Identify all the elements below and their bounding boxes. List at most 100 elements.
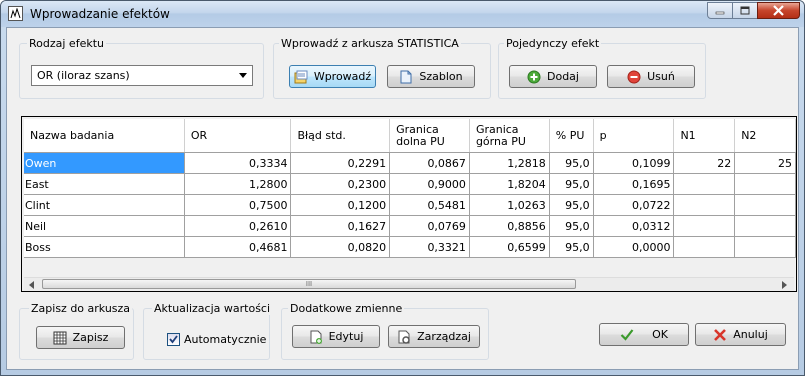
remove-effect-button[interactable]: Usuń — [607, 65, 695, 88]
table-cell[interactable] — [734, 173, 796, 195]
group-single-effect-label: Pojedynczy efekt — [504, 37, 602, 50]
table-row[interactable]: Neil 0,2610 0,1627 0,0769 0,8856 95,0 0,0312 — [24, 215, 796, 237]
table-cell[interactable]: 0,3321 — [389, 236, 470, 258]
table-cell[interactable]: Clint — [24, 194, 185, 216]
save-to-sheet-label: Zapisz — [72, 331, 109, 344]
enter-from-sheet-button[interactable]: Wprowadź — [289, 65, 376, 88]
column-header[interactable]: Błąd std. — [290, 119, 391, 153]
table-cell[interactable]: 0,3334 — [184, 152, 292, 174]
table-cell[interactable]: 0,4681 — [184, 236, 292, 258]
auto-update-checkbox[interactable] — [167, 333, 180, 346]
enter-from-sheet-label: Wprowadź — [313, 70, 372, 83]
table-cell[interactable]: 25 — [734, 152, 796, 174]
table-cell[interactable]: 95,0 — [549, 215, 594, 237]
table-cell[interactable]: 0,8856 — [469, 215, 550, 237]
table-cell[interactable]: 0,1695 — [593, 173, 675, 195]
table-row[interactable]: Owen 0,3334 0,2291 0,0867 1,2818 95,0 0,1099 22… — [24, 152, 796, 174]
table-cell[interactable]: 0,5481 — [389, 194, 470, 216]
table-cell[interactable]: 22 — [673, 152, 736, 174]
column-header[interactable]: Granica dolna PU — [389, 119, 470, 153]
table-cell[interactable]: 0,1627 — [290, 215, 391, 237]
table-cell[interactable]: 95,0 — [549, 236, 594, 258]
table-cell[interactable] — [734, 236, 796, 258]
table-cell[interactable]: 0,2291 — [290, 152, 391, 174]
maximize-button[interactable] — [732, 2, 758, 19]
title-bar[interactable]: Wprowadzanie efektów — [1, 1, 804, 27]
table-cell[interactable]: 0,1200 — [290, 194, 391, 216]
scroll-thumb[interactable]: III — [42, 279, 576, 289]
app-icon — [8, 6, 23, 21]
table-cell[interactable]: Owen — [24, 152, 185, 174]
table-cell[interactable]: 1,8204 — [469, 173, 550, 195]
table-cell[interactable]: 1,2818 — [469, 152, 550, 174]
effect-type-value: OR (iloraz szans) — [37, 69, 130, 82]
table-cell[interactable] — [673, 194, 736, 216]
maximize-icon — [740, 6, 750, 15]
table-cell[interactable] — [734, 215, 796, 237]
effects-grid[interactable]: Nazwa badania OR Błąd std. Granica dolna PU G… — [21, 116, 797, 292]
group-save-label: Zapisz do arkusza — [29, 302, 133, 315]
ok-button[interactable]: OK — [599, 323, 689, 346]
table-cell[interactable]: 0,0312 — [593, 215, 675, 237]
column-header-label: p — [599, 128, 607, 142]
table-cell[interactable] — [734, 194, 796, 216]
table-cell[interactable]: 0,0769 — [389, 215, 470, 237]
template-button[interactable]: Szablon — [387, 65, 475, 88]
column-header[interactable]: OR — [184, 119, 292, 153]
table-cell[interactable]: Neil — [24, 215, 185, 237]
auto-update-label[interactable]: Automatycznie — [184, 333, 266, 346]
scroll-left-icon[interactable] — [29, 281, 34, 289]
column-header[interactable]: N2 — [734, 119, 796, 153]
column-header-label: % PU — [555, 128, 585, 142]
ok-label: OK — [652, 328, 668, 341]
manage-icon — [397, 330, 411, 344]
effect-type-select[interactable]: OR (iloraz szans) — [31, 65, 253, 86]
manage-variables-button[interactable]: Zarządzaj — [388, 325, 480, 348]
close-button[interactable] — [757, 2, 800, 19]
column-header[interactable]: % PU — [549, 119, 594, 153]
table-cell[interactable]: 95,0 — [549, 173, 594, 195]
column-header[interactable]: Nazwa badania — [24, 119, 185, 153]
save-to-sheet-button[interactable]: Zapisz — [36, 326, 125, 349]
table-row[interactable]: Clint 0,7500 0,1200 0,5481 1,0263 95,0 0,0722 — [24, 194, 796, 216]
table-cell[interactable]: 95,0 — [549, 194, 594, 216]
column-header[interactable]: N1 — [673, 119, 736, 153]
cancel-label: Anuluj — [733, 328, 768, 341]
table-cell[interactable] — [673, 215, 736, 237]
table-cell[interactable]: 0,0722 — [593, 194, 675, 216]
template-label: Szablon — [419, 70, 463, 83]
table-cell[interactable]: 0,2300 — [290, 173, 391, 195]
cancel-button[interactable]: Anuluj — [695, 323, 786, 346]
table-cell[interactable]: 0,6599 — [469, 236, 550, 258]
column-header[interactable]: p — [593, 119, 675, 153]
manage-variables-label: Zarządzaj — [417, 330, 471, 343]
table-cell[interactable]: 0,0867 — [389, 152, 470, 174]
scroll-right-icon[interactable] — [782, 281, 787, 289]
table-cell[interactable]: Boss — [24, 236, 185, 258]
minimize-button[interactable] — [707, 2, 733, 19]
edit-variables-button[interactable]: Edytuj — [292, 325, 380, 348]
table-cell[interactable] — [673, 236, 736, 258]
horizontal-scrollbar[interactable]: III — [24, 277, 794, 291]
table-cell[interactable]: 1,2800 — [184, 173, 292, 195]
table-cell[interactable]: 0,2610 — [184, 215, 292, 237]
column-header-label: N2 — [741, 128, 757, 142]
remove-icon — [627, 70, 641, 84]
table-row[interactable]: Boss 0,4681 0,0820 0,3321 0,6599 95,0 0,0000 — [24, 236, 796, 258]
table-cell[interactable] — [673, 173, 736, 195]
table-cell[interactable]: 0,9000 — [389, 173, 470, 195]
group-update-label: Aktualizacja wartości — [152, 302, 273, 315]
group-extra-variables-label: Dodatkowe zmienne — [288, 302, 405, 315]
table-cell[interactable]: 95,0 — [549, 152, 594, 174]
table-cell[interactable]: 0,1099 — [593, 152, 675, 174]
table-row[interactable]: East 1,2800 0,2300 0,9000 1,8204 95,0 0,1695 — [24, 173, 796, 195]
table-cell[interactable]: 0,7500 — [184, 194, 292, 216]
table-cell[interactable]: 1,0263 — [469, 194, 550, 216]
column-header-label: N1 — [680, 128, 696, 142]
add-effect-button[interactable]: Dodaj — [509, 65, 597, 88]
column-header[interactable]: Granica górna PU — [469, 119, 550, 153]
table-cell[interactable]: East — [24, 173, 185, 195]
table-cell[interactable]: 0,0000 — [593, 236, 675, 258]
table-cell[interactable]: 0,0820 — [290, 236, 391, 258]
add-effect-label: Dodaj — [547, 70, 579, 83]
